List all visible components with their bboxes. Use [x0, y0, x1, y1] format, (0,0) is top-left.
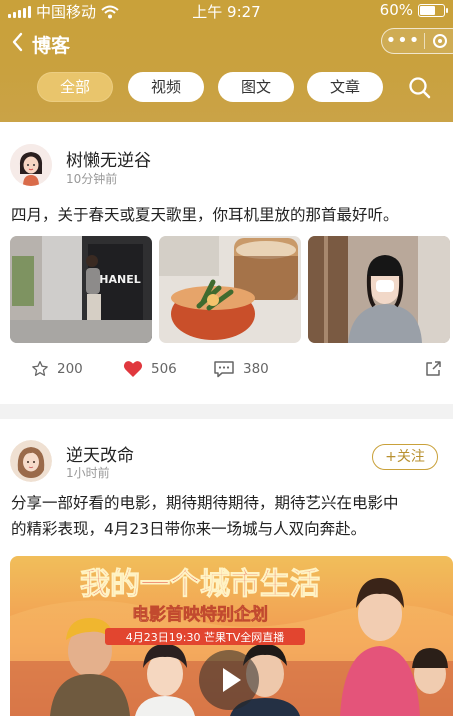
avatar[interactable]	[10, 144, 52, 186]
play-button[interactable]	[199, 650, 259, 710]
feed-divider	[0, 404, 453, 419]
avatar-woman-illustration	[10, 440, 52, 482]
follow-button[interactable]: +关注	[372, 444, 438, 470]
battery-percent: 60%	[379, 1, 413, 19]
post-author[interactable]: 树懒无逆谷	[66, 146, 151, 171]
back-arrow-icon[interactable]	[6, 28, 32, 56]
like-count: 506	[151, 361, 177, 377]
comment-count: 380	[243, 361, 269, 377]
mini-program-capsule: •••	[381, 28, 453, 54]
comment-button[interactable]: 380	[213, 360, 269, 378]
post-text: 四月，关于春天或夏天歌里，你耳机里放的那首最好听。	[11, 206, 399, 224]
tab-all[interactable]: 全部	[37, 72, 113, 102]
post-video-poster[interactable]: 我的一个城市生活 电影首映特别企划 4月23日19:30 芒果TV全网直播	[10, 556, 453, 716]
post-actions: 200 506 380	[0, 360, 453, 390]
post-card[interactable]: 树懒无逆谷 10分钟前 四月，关于春天或夏天歌里，你耳机里放的那首最好听。 CH…	[0, 122, 453, 404]
like-button[interactable]: 506	[123, 360, 177, 378]
selfie-photo	[308, 236, 450, 343]
star-count: 200	[57, 361, 83, 377]
header: 中国移动 上午 9:27 60% 博客 ••• 全部 视频 图文 文章	[0, 0, 453, 122]
tab-article[interactable]: 文章	[307, 72, 383, 102]
more-icon[interactable]: •••	[382, 32, 424, 50]
street-photo: CHANEL	[10, 236, 152, 343]
poster-title: 我的一个城市生活	[80, 567, 320, 602]
status-bar: 中国移动 上午 9:27 60%	[0, 0, 453, 22]
close-ring-icon[interactable]	[433, 34, 447, 48]
star-button[interactable]: 200	[31, 360, 83, 378]
share-icon	[426, 361, 441, 376]
comment-icon	[214, 361, 234, 378]
coffee-photo	[159, 236, 301, 343]
tab-video[interactable]: 视频	[128, 72, 204, 102]
post-text-line-2: 的精彩表现，4月23日带你来一场城与人双向奔赴。	[11, 520, 367, 538]
nav-bar: 博客 •••	[0, 26, 453, 62]
avatar-girl-illustration	[10, 144, 52, 186]
post-text-line-1: 分享一部好看的电影，期待期待期待，期待艺兴在电影中	[11, 494, 399, 512]
capsule-divider	[424, 33, 425, 49]
post-image-coffee[interactable]	[159, 236, 301, 343]
share-button[interactable]	[424, 360, 442, 378]
search-icon[interactable]	[407, 75, 433, 101]
play-icon	[223, 668, 241, 692]
poster-date: 4月23日19:30 芒果TV全网直播	[126, 630, 284, 644]
post-time: 10分钟前	[66, 172, 118, 186]
post-image-street[interactable]: CHANEL	[10, 236, 152, 343]
tab-bar: 全部 视频 图文 文章	[0, 72, 453, 104]
star-icon	[32, 360, 48, 376]
battery-icon	[418, 3, 448, 17]
post-image-selfie[interactable]	[308, 236, 450, 343]
tab-image-text[interactable]: 图文	[218, 72, 294, 102]
poster-subtitle: 电影首映特别企划	[132, 604, 268, 625]
clock: 上午 9:27	[192, 3, 261, 21]
page-title: 博客	[32, 35, 71, 57]
post-author[interactable]: 逆天改命	[66, 441, 134, 466]
heart-icon	[123, 361, 143, 377]
avatar[interactable]	[10, 440, 52, 482]
post-time: 1小时前	[66, 466, 110, 480]
